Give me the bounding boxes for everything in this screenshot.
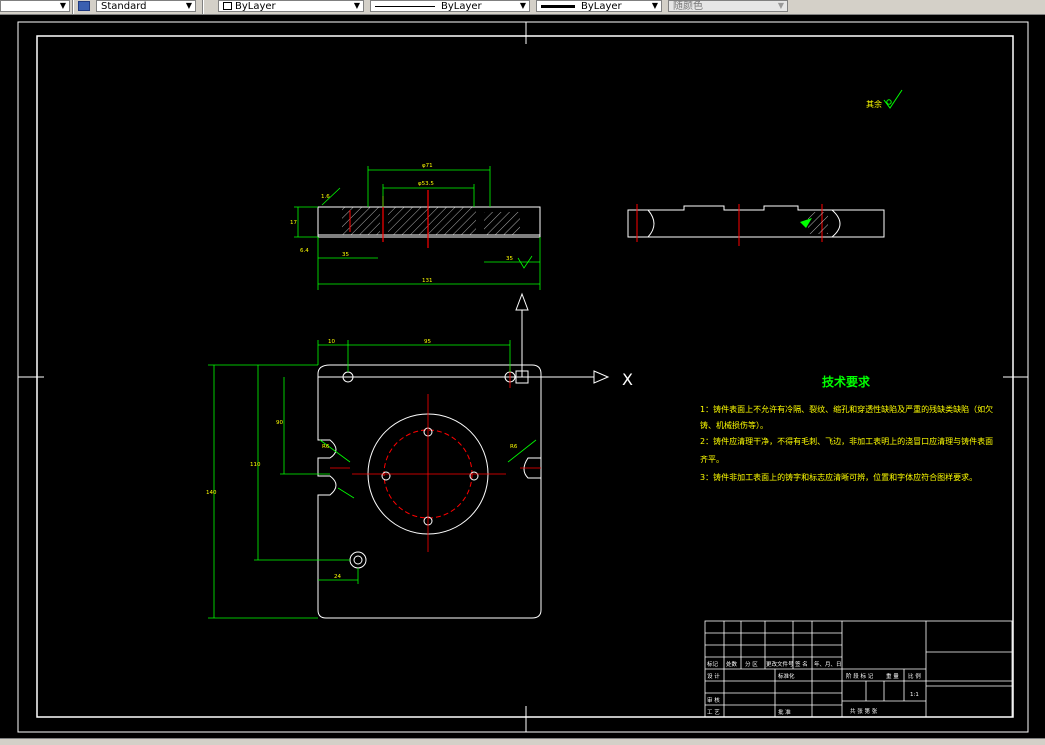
dim-slot-left: R6 [322,444,330,450]
tb-label-zone: 分 区 [745,660,758,668]
title-block [704,620,1013,718]
dim-roughness-2: 6.4 [300,248,309,254]
linetype-dropdown[interactable]: ByLayer ▼ [370,0,530,12]
text-style-value: Standard [101,1,147,12]
dim-height: 17 [290,220,297,226]
layer-state-dropdown[interactable]: ▼ [0,0,70,12]
dim-phi-inner: φ53.5 [418,181,434,187]
plan-view: 10 95 90 110 140 24 R6 R6 [206,339,542,619]
chevron-down-icon: ▼ [519,1,527,10]
chevron-down-icon: ▼ [777,1,785,10]
tb-label-mark: 标记 [707,660,719,668]
tb-label-craft: 工 艺 [707,709,720,716]
chevron-down-icon: ▼ [353,1,361,10]
roughness-other-label: 其余 [866,99,882,109]
tb-label-change: 更改文件号 [766,660,794,668]
tb-label-count: 处数 [726,660,738,668]
dim-slot-right: R6 [510,444,518,450]
lineweight-value: ByLayer [581,1,622,12]
dim-plan-h-total: 140 [206,490,217,496]
roughness-other-symbol: 其余 [866,89,903,109]
color-swatch-icon [223,2,232,10]
tech-line-1: 1：铸件表面上不允许有冷隔、裂纹、缩孔和穿透性缺陷及严重的残缺类缺陷（如欠 [700,404,993,414]
chevron-down-icon: ▼ [651,1,659,10]
color-dropdown[interactable]: ByLayer ▼ [218,0,364,12]
tb-label-scale: 比 例 [908,672,921,680]
tech-line-5: 3：铸件非加工表面上的铸字和标志应清晰可辨，位置和字体应符合图样要求。 [700,472,977,482]
dim-total: 131 [422,278,433,284]
plot-style-dropdown[interactable]: 随颜色 ▼ [668,0,788,12]
technical-requirements: 技术要求 1：铸件表面上不允许有冷隔、裂纹、缩孔和穿透性缺陷及严重的残缺类缺陷（… [700,374,993,482]
toolbar-separator [202,0,204,14]
toolbar-separator [72,0,74,14]
drawing-canvas[interactable]: 其余 φ71 φ53.5 1.6 6.4 17 35 35 131 X 10 9… [0,14,1045,738]
text-style-dropdown[interactable]: Standard ▼ [96,0,196,12]
linetype-sample-icon [375,5,435,7]
tb-label-date: 年、月、日 [814,660,842,668]
color-value: ByLayer [235,1,276,12]
dim-left-len: 35 [342,252,349,258]
tech-line-4: 齐平。 [700,454,724,464]
tb-sheets: 共 张 第 张 [850,707,878,715]
chevron-down-icon: ▼ [185,1,193,10]
dim-phi-outer: φ71 [422,163,433,169]
tb-label-approve: 批 准 [778,708,791,716]
ucs-icon: X [515,292,633,389]
dim-plan-h-mid: 110 [250,462,261,468]
dim-roughness-1: 1.6 [321,194,330,200]
dim-plan-bottom: 24 [334,574,341,580]
tech-line-2: 铸、机械损伤等）。 [700,420,768,430]
tb-label-weight: 重 量 [886,672,899,680]
chevron-down-icon: ▼ [59,1,67,10]
lineweight-dropdown[interactable]: ByLayer ▼ [536,0,662,12]
text-style-icon[interactable] [78,1,90,11]
tb-label-check: 审 核 [707,696,720,704]
front-section-view: φ71 φ53.5 1.6 6.4 17 35 35 131 [290,163,541,290]
dim-right-len: 35 [506,256,513,262]
plot-style-value: 随颜色 [673,1,703,12]
tb-scale-value: 1:1 [910,692,919,698]
tb-label-stage: 阶 段 标 记 [846,672,874,680]
dim-plan-span: 95 [424,339,431,345]
lineweight-sample-icon [541,4,575,8]
tb-label-design: 设 计 [707,672,720,680]
dim-plan-left: 10 [328,339,335,345]
properties-toolbar: ▼ Standard ▼ ByLayer ▼ ByLayer ▼ ByLayer ▼ 随… [0,0,1045,15]
tech-line-3: 2：铸件应清理干净，不得有毛刺、飞边，非加工表明上的浇冒口应清理与铸件表面 [700,436,993,446]
linetype-value: ByLayer [441,1,482,12]
tb-label-sign: 签 名 [795,660,808,668]
ucs-x-label: X [622,370,633,389]
tb-label-std: 标准化 [778,672,795,680]
tech-title: 技术要求 [822,374,871,389]
dim-plan-h-inner: 90 [276,420,283,426]
side-view [627,204,885,246]
